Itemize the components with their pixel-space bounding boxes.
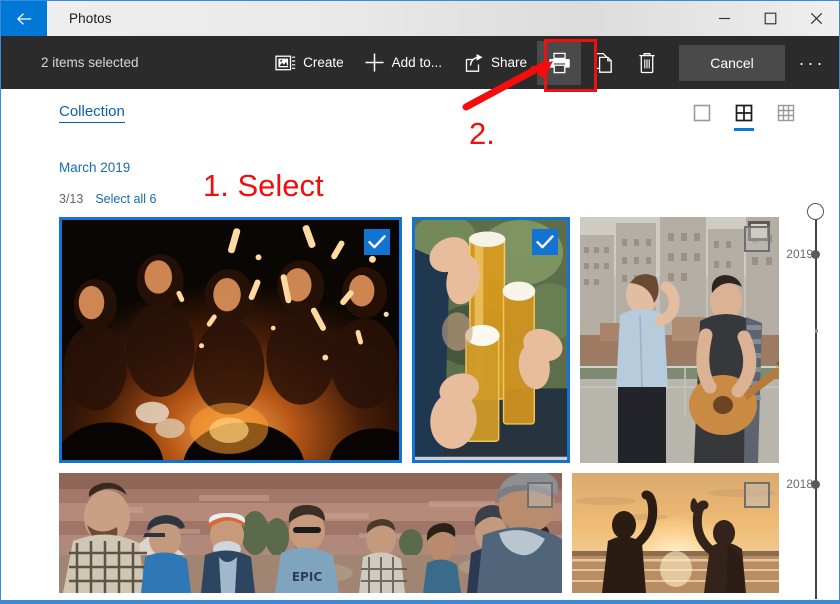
printer-icon (548, 52, 570, 73)
photos-app-window: Photos 2 items selected Create Add to...… (0, 0, 840, 604)
add-to-button[interactable]: Add to... (354, 41, 452, 84)
year-scrollbar[interactable]: 2019 2018 (781, 89, 839, 603)
ellipsis-icon: ··· (798, 52, 826, 73)
annotation-step-1-label: 1. Select (203, 168, 324, 203)
photo-tile-bonfire[interactable] (59, 217, 402, 463)
selected-fraction: 3/13 (59, 192, 84, 206)
share-button-label: Share (490, 55, 527, 70)
photo-tile-rooftop-guitar[interactable] (580, 217, 779, 463)
timeline-track (815, 214, 817, 599)
timeline-mark-minor[interactable] (814, 329, 818, 333)
photo-checkbox-unchecked[interactable] (744, 482, 770, 508)
maximize-icon (764, 12, 776, 25)
select-all-link[interactable]: Select all 6 (95, 192, 156, 206)
delete-button[interactable] (625, 41, 669, 85)
view-mode-medium-grid[interactable] (733, 103, 755, 131)
close-icon (810, 12, 822, 25)
more-options-button[interactable]: ··· (791, 41, 833, 85)
minimize-button[interactable] (701, 1, 747, 36)
selection-summary-row: 3/13 Select all 6 (59, 192, 157, 206)
back-button[interactable] (1, 1, 47, 36)
single-square-icon (693, 104, 711, 122)
add-to-button-label: Add to... (391, 55, 442, 70)
timeline-year-label-2018: 2018 (786, 477, 813, 491)
copy-button[interactable] (581, 41, 625, 85)
photo-tile-beach-sunset[interactable] (572, 473, 779, 593)
svg-text:EPIC: EPIC (292, 570, 322, 584)
print-button[interactable] (537, 40, 581, 85)
photo-rooftop-guitar (580, 217, 779, 463)
plus-icon (365, 53, 384, 72)
create-video-icon (275, 55, 296, 70)
cancel-button[interactable]: Cancel (679, 44, 785, 81)
maximize-button[interactable] (747, 1, 793, 36)
photo-checkbox-unchecked[interactable] (744, 226, 770, 252)
photo-tile-desert-friends[interactable]: EPIC (59, 473, 562, 593)
photo-checkbox-checked[interactable] (532, 229, 558, 255)
create-button[interactable]: Create (265, 41, 354, 84)
scroll-thumb-circle[interactable] (807, 203, 824, 220)
photo-checkbox-unchecked[interactable] (527, 482, 553, 508)
title-bar: Photos (1, 1, 839, 36)
annotation-step-2-label: 2. (469, 116, 495, 151)
close-button[interactable] (793, 1, 839, 36)
share-icon (465, 53, 483, 72)
back-arrow-icon (17, 12, 32, 25)
photo-bonfire-group (62, 220, 399, 460)
photo-desert-friends: EPIC (59, 473, 562, 593)
copy-icon (593, 52, 612, 73)
photo-beer-toast (415, 220, 567, 457)
view-mode-single[interactable] (691, 103, 713, 123)
command-bar: 2 items selected Create Add to... Share … (1, 36, 839, 89)
cancel-button-label: Cancel (710, 54, 754, 71)
create-button-label: Create (303, 55, 344, 70)
command-buttons-group: Create Add to... Share Cancel ··· (265, 36, 839, 89)
window-controls (701, 1, 839, 36)
tab-collection[interactable]: Collection (59, 103, 125, 123)
share-button[interactable]: Share (452, 41, 537, 84)
grid-2x2-icon (735, 104, 753, 122)
window-bottom-border (1, 600, 839, 603)
active-view-indicator (734, 128, 754, 131)
photo-checkbox-checked[interactable] (364, 229, 390, 255)
content-area: Collection March 2019 3/13 Select all 6 … (1, 89, 839, 603)
selection-count-label: 2 items selected (41, 55, 139, 70)
checkmark-icon (536, 235, 554, 249)
window-title: Photos (69, 11, 112, 26)
trash-icon (639, 52, 655, 73)
minimize-icon (718, 17, 730, 20)
photo-tile-beer-toast[interactable] (412, 217, 570, 463)
timeline-year-label-2019: 2019 (786, 247, 813, 261)
month-header: March 2019 (59, 160, 131, 175)
checkmark-icon (368, 235, 386, 249)
